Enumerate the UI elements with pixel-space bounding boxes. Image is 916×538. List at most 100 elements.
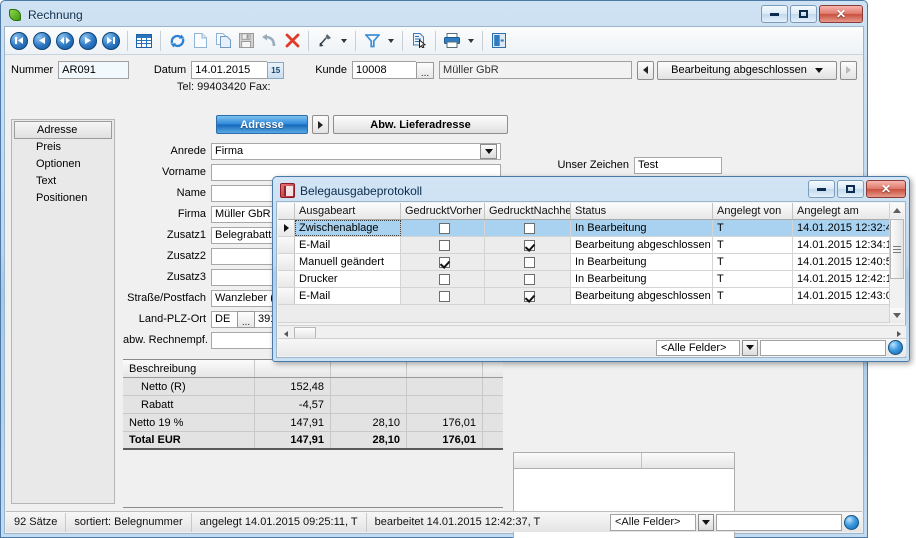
country-code-input[interactable]: DE xyxy=(211,310,237,328)
cell-gedruckt-vorher[interactable] xyxy=(401,271,485,287)
tab-abw-lieferadresse[interactable]: Abw. Lieferadresse xyxy=(333,115,508,134)
status-filter-dropdown-arrow[interactable] xyxy=(698,513,714,531)
date-input[interactable]: 14.01.2015 xyxy=(191,61,268,79)
cell-gedruckt-nachher[interactable] xyxy=(485,237,571,253)
checkbox-icon[interactable] xyxy=(524,273,535,285)
refresh-button[interactable] xyxy=(166,30,188,52)
table-row: Netto (R) 152,48 xyxy=(123,378,503,396)
previous-state-button[interactable] xyxy=(637,60,654,80)
cell-gedruckt-nachher[interactable] xyxy=(485,271,571,287)
dialog-maximize-button[interactable] xyxy=(837,180,864,198)
undo-button[interactable] xyxy=(258,30,280,52)
dialog-minimize-button[interactable] xyxy=(808,180,835,198)
cell-ausgabeart: E-Mail xyxy=(295,288,401,304)
filter-funnel-button[interactable] xyxy=(361,30,383,52)
pin-cursor-button[interactable] xyxy=(314,30,336,52)
last-record-button[interactable] xyxy=(100,30,122,52)
dialog-titlebar[interactable]: Belegausgabeprotokoll ✕ xyxy=(276,180,906,201)
print-button[interactable] xyxy=(441,30,463,52)
table-row[interactable]: Drucker In Bearbeitung T 14.01.2015 12:4… xyxy=(278,271,892,288)
customer-number-input[interactable]: 10008 xyxy=(352,61,417,79)
sidebar-item-adresse[interactable]: Adresse xyxy=(14,121,112,139)
scroll-down-icon[interactable] xyxy=(890,308,904,323)
exit-button[interactable] xyxy=(488,30,510,52)
column-header-angelegt-am[interactable]: Angelegt am xyxy=(793,203,891,219)
column-header-gedruckt-vorher[interactable]: GedrucktVorher xyxy=(401,203,485,219)
column-header-ausgabeart[interactable]: Ausgabeart xyxy=(295,203,401,219)
checkbox-icon[interactable] xyxy=(524,222,535,234)
previous-record-button[interactable] xyxy=(31,30,53,52)
table-view-button[interactable] xyxy=(133,30,155,52)
checkbox-icon[interactable] xyxy=(439,290,450,302)
maximize-button[interactable] xyxy=(790,5,817,23)
field-row-anrede: Anrede Firma xyxy=(123,141,863,161)
number-input[interactable]: AR091 xyxy=(58,61,129,79)
checkbox-icon[interactable] xyxy=(439,273,450,285)
main-titlebar[interactable]: Rechnung ✕ xyxy=(4,4,864,26)
pin-dropdown-arrow[interactable] xyxy=(337,30,350,52)
globe-search-icon[interactable] xyxy=(888,340,903,355)
chevron-down-icon[interactable] xyxy=(480,143,497,159)
print-dropdown-arrow[interactable] xyxy=(464,30,477,52)
column-header-gedruckt-nachher[interactable]: GedrucktNachher xyxy=(485,203,571,219)
sidebar-item-text[interactable]: Text xyxy=(12,173,114,190)
checkbox-icon[interactable] xyxy=(439,239,450,251)
window-caption-buttons: ✕ xyxy=(761,5,863,23)
field-row-unser-zeichen: Unser Zeichen Test xyxy=(548,155,722,175)
cell-gedruckt-vorher[interactable] xyxy=(401,288,485,304)
checkbox-icon[interactable] xyxy=(524,256,535,268)
anrede-combo[interactable]: Firma xyxy=(211,142,501,160)
state-combo[interactable]: Bearbeitung abgeschlossen xyxy=(657,60,837,80)
vscroll-thumb[interactable] xyxy=(890,219,904,279)
copy-button[interactable] xyxy=(212,30,234,52)
dialog-filter-dropdown-arrow[interactable] xyxy=(742,339,758,356)
dialog-filter-field[interactable]: <Alle Felder> xyxy=(656,339,740,356)
scroll-up-icon[interactable] xyxy=(890,203,904,218)
column-header-angelegt-von[interactable]: Angelegt von xyxy=(713,203,793,219)
checkbox-checked-icon[interactable] xyxy=(524,290,535,302)
first-record-button[interactable] xyxy=(8,30,30,52)
cell-gedruckt-nachher[interactable] xyxy=(485,254,571,270)
minimize-button[interactable] xyxy=(761,5,788,23)
next-state-button[interactable] xyxy=(840,60,857,80)
table-row[interactable]: Manuell geändert In Bearbeitung T 14.01.… xyxy=(278,254,892,271)
calendar-icon[interactable]: 15 xyxy=(267,61,285,79)
filter-dropdown-arrow[interactable] xyxy=(384,30,397,52)
checkbox-icon[interactable] xyxy=(439,222,450,234)
close-button[interactable]: ✕ xyxy=(819,5,863,23)
cell-gedruckt-vorher[interactable] xyxy=(401,237,485,253)
protocol-grid-vscrollbar[interactable] xyxy=(889,203,904,323)
customer-browse-button[interactable]: ... xyxy=(416,61,435,79)
new-document-button[interactable] xyxy=(189,30,211,52)
table-row[interactable]: Zwischenablage In Bearbeitung T 14.01.20… xyxy=(278,220,892,237)
tab-next-button[interactable] xyxy=(312,115,329,134)
delete-button[interactable] xyxy=(281,30,303,52)
cell-gedruckt-nachher[interactable] xyxy=(485,220,571,236)
next-record-button[interactable] xyxy=(77,30,99,52)
cell-angelegt-am: 14.01.2015 12:42:10 xyxy=(793,271,891,287)
checkbox-checked-icon[interactable] xyxy=(439,256,450,268)
column-header-status[interactable]: Status xyxy=(571,203,713,219)
checkbox-checked-icon[interactable] xyxy=(524,239,535,251)
cell-gedruckt-vorher[interactable] xyxy=(401,220,485,236)
cell-gedruckt-nachher[interactable] xyxy=(485,288,571,304)
status-filter-field[interactable]: <Alle Felder> xyxy=(610,513,696,531)
table-row[interactable]: E-Mail Bearbeitung abgeschlossen T 14.01… xyxy=(278,288,892,305)
unser-zeichen-input[interactable]: Test xyxy=(634,156,722,174)
protocol-grid-header: Ausgabeart GedrucktVorher GedrucktNachhe… xyxy=(278,203,892,220)
tab-adresse[interactable]: Adresse xyxy=(216,115,308,134)
table-row[interactable]: E-Mail Bearbeitung abgeschlossen T 14.01… xyxy=(278,237,892,254)
dialog-close-button[interactable]: ✕ xyxy=(866,180,906,198)
cell-gedruckt-vorher[interactable] xyxy=(401,254,485,270)
strasse-label: Straße/Postfach xyxy=(127,292,206,304)
sidebar-item-preis[interactable]: Preis xyxy=(12,139,114,156)
document-cursor-button[interactable] xyxy=(408,30,430,52)
status-filter-input[interactable] xyxy=(716,513,842,531)
toggle-record-button[interactable] xyxy=(54,30,76,52)
save-button[interactable] xyxy=(235,30,257,52)
sidebar-item-optionen[interactable]: Optionen xyxy=(12,156,114,173)
sidebar-item-positionen[interactable]: Positionen xyxy=(12,190,114,207)
dialog-filter-input[interactable] xyxy=(760,339,886,356)
globe-search-icon[interactable] xyxy=(844,514,859,530)
country-browse-button[interactable]: ... xyxy=(237,310,255,328)
